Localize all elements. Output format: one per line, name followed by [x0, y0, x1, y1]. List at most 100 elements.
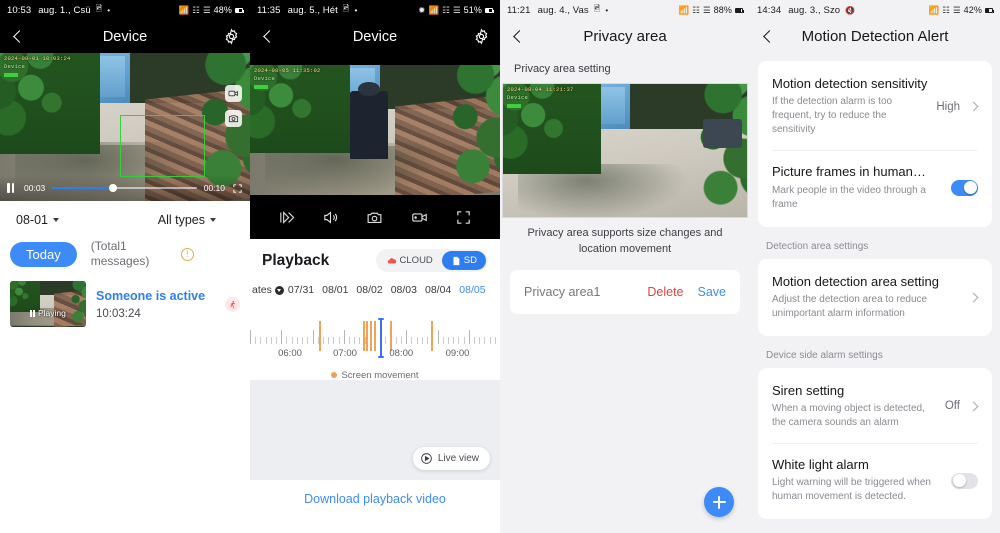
privacy-video-preview[interactable]: 2024-08-04 11:21:37 Device [502, 83, 748, 218]
pause-icon[interactable] [7, 183, 17, 193]
timeline-tick [255, 337, 257, 344]
page-title: Privacy area [583, 28, 667, 45]
image-icon: 🖻 [593, 4, 601, 13]
back-icon[interactable] [260, 29, 276, 45]
screenshot-root: 10:53 aug. 1., Csü 🖻 • 📶 ☷ ☰ 48% Device [0, 0, 1000, 533]
dates-label: ates [252, 284, 272, 296]
download-playback-link[interactable]: Download playback video [250, 480, 500, 518]
back-icon[interactable] [10, 29, 26, 45]
privacy-area-row[interactable]: Privacy area1 Delete Save [510, 270, 740, 314]
panel-device-messages: 10:53 aug. 1., Csü 🖻 • 📶 ☷ ☰ 48% Device [0, 0, 250, 533]
date-5-selected[interactable]: 08/05 [455, 282, 489, 298]
date-2[interactable]: 08/02 [352, 282, 386, 298]
picture-frames-toggle[interactable] [951, 179, 978, 196]
today-row: Today (Total1 messages) ! [0, 235, 250, 275]
camera-icon[interactable] [225, 110, 242, 127]
date-strip[interactable]: ates 07/31 08/01 08/02 08/03 08/04 08/05 [250, 278, 500, 302]
picture-frames-human-row[interactable]: Picture frames in human… Mark people in … [758, 151, 992, 224]
cloud-option[interactable]: CLOUD [378, 251, 442, 270]
camera-icon[interactable] [366, 209, 383, 226]
timeline-event [318, 321, 321, 351]
record-icon[interactable] [225, 85, 242, 102]
live-video-view[interactable]: 2024-08-01 10:03:24 Device 00:03 00:10 [0, 53, 250, 201]
date-3[interactable]: 08/03 [387, 282, 421, 298]
live-view-button[interactable]: Live view [412, 447, 490, 470]
playback-timeline[interactable]: 06:00 07:00 08:00 09:00 [250, 312, 500, 364]
delete-button[interactable]: Delete [647, 285, 683, 299]
fullscreen-icon[interactable] [232, 183, 243, 194]
record-icon[interactable] [411, 209, 428, 226]
sd-option[interactable]: SD [441, 251, 486, 270]
cloud-icon [387, 257, 396, 263]
timeline-tick [338, 337, 340, 344]
timeline-tick [484, 337, 486, 344]
status-battery: 48% [213, 5, 232, 15]
video-seek-bar[interactable]: 00:03 00:10 [0, 175, 250, 201]
panel-playback: 11:35 aug. 5., Hét 🖻 • ✹ 📶 ☷ ☰ 51% Devic… [250, 0, 500, 533]
save-button[interactable]: Save [698, 285, 727, 299]
list-item[interactable]: Playing Someone is active 10:03:24 [0, 275, 250, 333]
sd-card-icon [453, 256, 460, 265]
date-0[interactable]: 07/31 [284, 282, 318, 298]
add-icon[interactable] [704, 487, 734, 517]
status-date: aug. 1., Csü [38, 4, 91, 16]
seek-slider[interactable] [52, 184, 197, 192]
today-chip[interactable]: Today [10, 241, 77, 267]
white-light-alarm-row[interactable]: White light alarm Light warning will be … [758, 444, 992, 517]
osd-device: Device [254, 75, 276, 83]
gear-icon[interactable] [473, 28, 490, 45]
status-date: aug. 3., Szo [788, 4, 841, 16]
storage-source-toggle[interactable]: CLOUD SD [375, 249, 488, 272]
info-icon[interactable]: ! [180, 247, 194, 261]
motion-detection-area-row[interactable]: Motion detection area setting Adjust the… [758, 261, 992, 334]
panel-motion-detection-alert: 14:34 aug. 3., Szo 🔇 📶 ☷ ☰ 42% Motion De… [750, 0, 1000, 533]
fullscreen-icon[interactable] [455, 209, 472, 226]
timeline-tick [322, 337, 324, 344]
wifi-icon: 📶 [428, 4, 440, 15]
speed-icon[interactable] [278, 209, 295, 226]
timeline-label-2: 08:00 [389, 348, 414, 359]
dates-dropdown[interactable]: ates [252, 284, 284, 296]
timeline-tick [395, 337, 397, 344]
timeline-tick [453, 337, 455, 344]
playback-video-view[interactable]: 2024-08-05 11:35:02 Device [250, 65, 500, 195]
timeline-cursor[interactable] [378, 318, 384, 358]
timeline-tick [385, 337, 387, 344]
timeline-tick [328, 337, 330, 344]
playback-body: Screen movement Live view [250, 370, 500, 480]
timeline-ticks [250, 318, 500, 358]
timeline-tick [359, 337, 361, 344]
timeline-tick [333, 337, 335, 344]
status-bar: 10:53 aug. 1., Csü 🖻 • 📶 ☷ ☰ 48% [0, 0, 250, 20]
status-bar: 11:35 aug. 5., Hét 🖻 • ✹ 📶 ☷ ☰ 51% [250, 0, 500, 20]
white-light-alarm-toggle[interactable] [951, 472, 978, 489]
type-filter[interactable]: All types [158, 213, 216, 227]
siren-setting-row[interactable]: Siren setting When a moving object is de… [758, 370, 992, 443]
back-icon[interactable] [510, 29, 526, 45]
date-filter[interactable]: 08-01 [16, 213, 59, 227]
page-title: Device [352, 28, 398, 45]
timeline-tick [302, 337, 304, 344]
date-1[interactable]: 08/01 [318, 282, 352, 298]
vpn-icon: ☷ [192, 4, 200, 15]
gear-icon[interactable] [223, 28, 240, 45]
message-thumbnail[interactable]: Playing [10, 281, 86, 327]
thumbnail-playing-label: Playing [10, 308, 86, 318]
timeline-tick [281, 330, 283, 344]
timeline-tick [468, 330, 470, 344]
date-4[interactable]: 08/04 [421, 282, 455, 298]
human-detection-box [120, 115, 205, 178]
back-icon[interactable] [760, 29, 776, 45]
timeline-tick [276, 337, 278, 344]
status-battery: 51% [463, 5, 482, 15]
volume-icon[interactable] [322, 209, 339, 226]
osd-device: Device [507, 94, 529, 102]
running-person-icon [225, 296, 240, 312]
motion-detection-sensitivity-row[interactable]: Motion detection sensitivity If the dete… [758, 63, 992, 150]
timeline-event [362, 321, 365, 351]
pause-icon [30, 309, 35, 317]
signal-icon: ☰ [952, 4, 961, 15]
chevron-right-icon [968, 401, 978, 411]
timeline-tick [401, 337, 403, 344]
status-battery: 88% [713, 5, 732, 15]
